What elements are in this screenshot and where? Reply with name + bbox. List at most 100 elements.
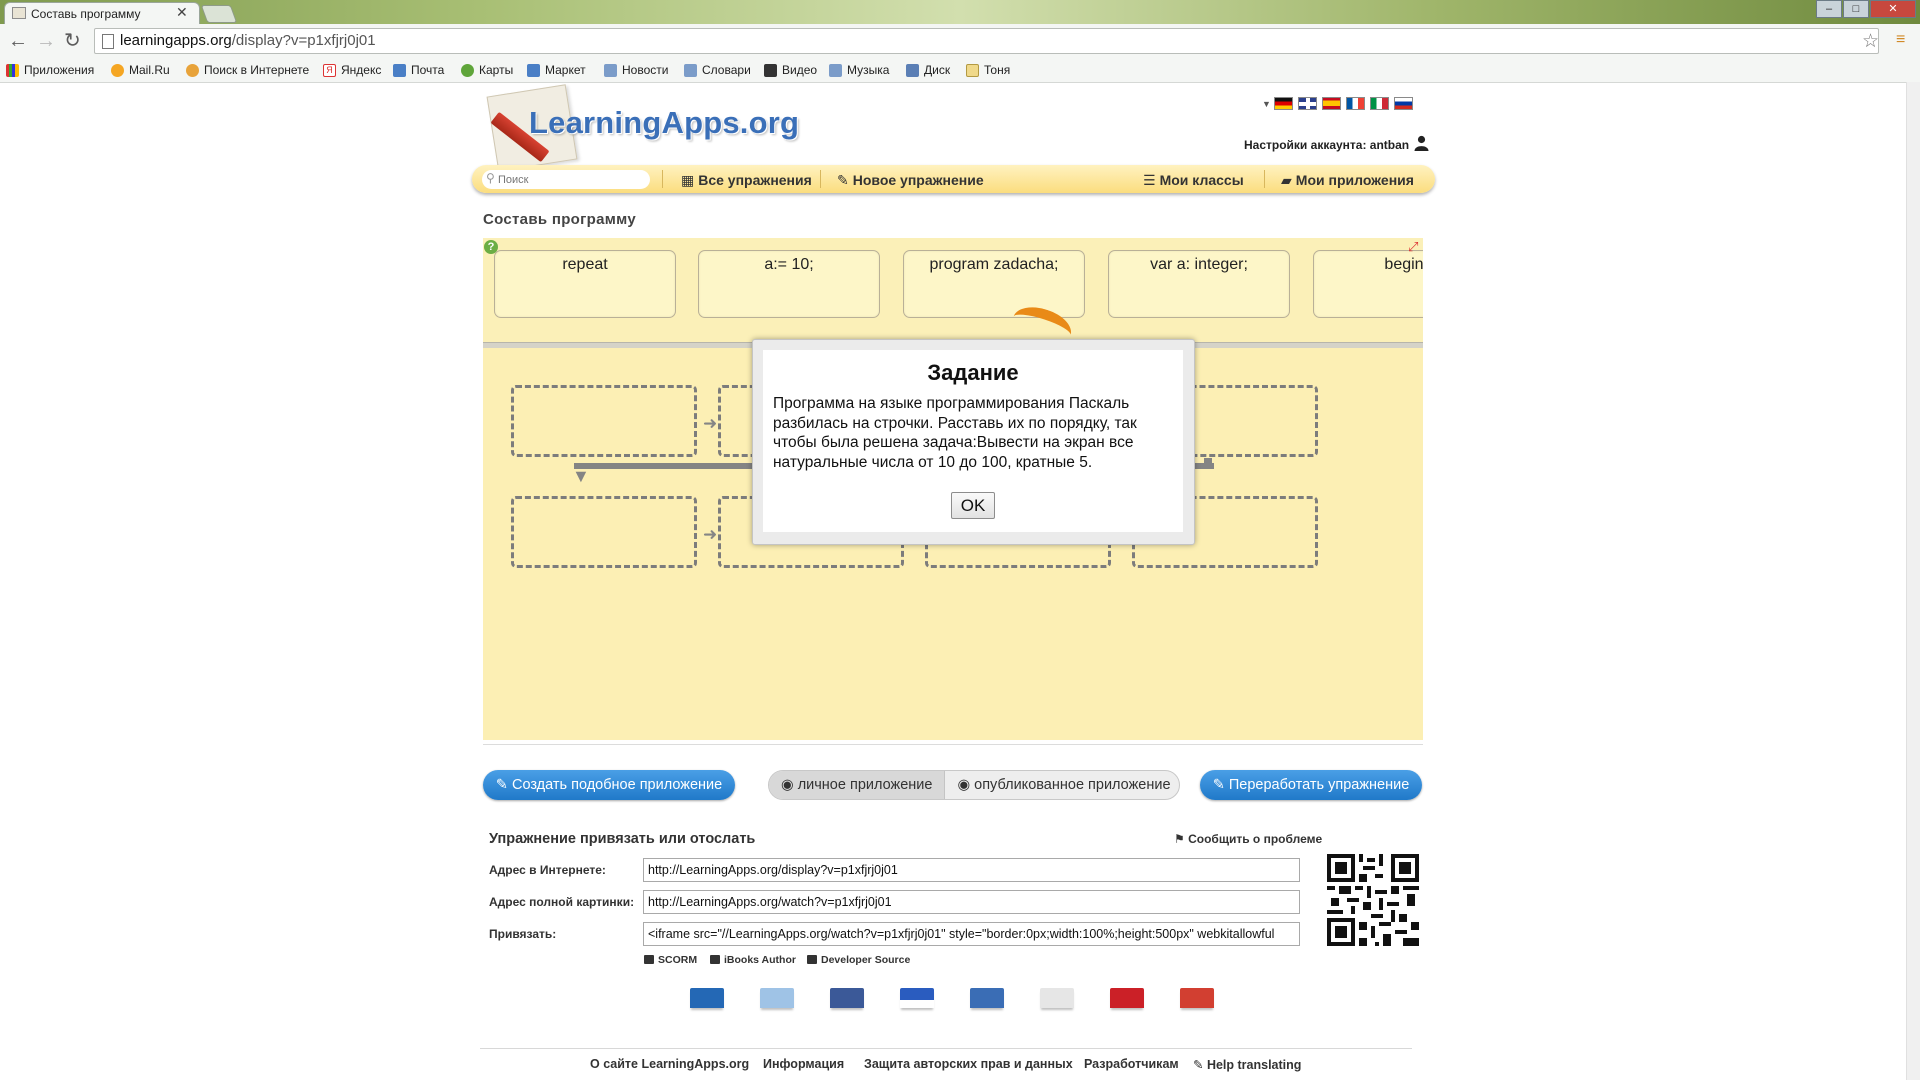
reload-icon[interactable]: ↻: [64, 31, 81, 51]
developer-source-link[interactable]: Developer Source: [807, 954, 910, 966]
fullscreen-icon[interactable]: ⤢: [1408, 240, 1418, 253]
drop-slot[interactable]: [511, 496, 697, 568]
published-app-toggle[interactable]: ◉ опубликованное приложение: [945, 771, 1179, 799]
footer-divider: [480, 1048, 1412, 1049]
nav-divider: [662, 170, 663, 188]
internet-address-field[interactable]: [643, 858, 1300, 882]
code-card[interactable]: var a: integer;: [1108, 250, 1290, 318]
bookmark-apps[interactable]: Приложения: [6, 61, 94, 79]
footer-info-link[interactable]: Информация: [763, 1057, 844, 1071]
flag-en-icon[interactable]: [1298, 97, 1317, 110]
scorm-link[interactable]: SCORM: [644, 954, 697, 966]
bookmark-star-icon[interactable]: ☆: [1862, 30, 1879, 53]
bookmark-label: Диск: [924, 63, 951, 77]
pinterest-share-icon[interactable]: [1110, 988, 1144, 1008]
bookmark-label: Словари: [702, 63, 751, 77]
browser-tab[interactable]: Составь программу: [4, 2, 200, 24]
flag-de-icon[interactable]: [1274, 97, 1293, 110]
bookmark-maps[interactable]: Карты: [461, 61, 513, 79]
create-similar-button[interactable]: ✎ Создать подобное приложение: [483, 770, 735, 800]
help-icon[interactable]: ?: [484, 240, 498, 254]
footer-translate-link[interactable]: ✎ Help translating: [1193, 1057, 1301, 1072]
window-close-icon[interactable]: ✕: [1870, 0, 1916, 18]
nav-my-classes[interactable]: ☰ Мои классы: [1143, 172, 1244, 188]
browser-menu-icon[interactable]: ≡: [1896, 31, 1905, 49]
embed-label: Привязать:: [489, 927, 557, 941]
button-label: Переработать упражнение: [1228, 777, 1410, 793]
new-tab-button[interactable]: [200, 5, 238, 23]
embed-section-title: Упражнение привязать или отослать: [489, 831, 756, 847]
nav-new-exercise[interactable]: ✎ Новое упражнение: [837, 172, 984, 188]
bookmark-label: Поиск в Интернете: [204, 63, 310, 77]
bookmark-mailru[interactable]: Mail.Ru: [111, 61, 170, 79]
bookmark-yandex[interactable]: Я Яндекс: [323, 61, 381, 79]
code-card[interactable]: a:= 10;: [698, 250, 880, 318]
bookmark-music[interactable]: Музыка: [829, 61, 889, 79]
site-logo[interactable]: LearningApps.org: [529, 105, 799, 141]
url-text[interactable]: learningapps.org/display?v=p1xfjrj0j01: [120, 31, 376, 51]
ibooks-link[interactable]: iBooks Author: [710, 954, 796, 966]
dictionary-icon: [684, 63, 697, 77]
report-problem-link[interactable]: ⚑ Сообщить о проблеме: [1174, 832, 1322, 846]
user-icon[interactable]: [1414, 135, 1429, 151]
page-scrollbar[interactable]: [1906, 82, 1920, 1080]
twitter-share-icon[interactable]: [760, 988, 794, 1008]
code-card[interactable]: program zadacha;: [903, 250, 1085, 318]
picture-address-field[interactable]: [643, 890, 1300, 914]
account-settings-link[interactable]: Настройки аккаунта: antban: [1244, 138, 1409, 152]
code-card[interactable]: repeat: [494, 250, 676, 318]
drop-slot[interactable]: [511, 385, 697, 457]
nav-all-exercises[interactable]: ▦ Все упражнения: [681, 172, 812, 188]
private-app-toggle[interactable]: ◉ личное приложение: [769, 771, 946, 799]
footer-privacy-link[interactable]: Защита авторских прав и данных: [864, 1057, 1073, 1071]
code-card[interactable]: begin: [1313, 250, 1423, 318]
bookmark-news[interactable]: Новости: [604, 61, 668, 79]
language-dropdown-icon[interactable]: ▼: [1262, 99, 1271, 109]
footer-developers-link[interactable]: Разработчикам: [1084, 1057, 1179, 1071]
group-share-icon[interactable]: [970, 988, 1004, 1008]
mail-icon: [393, 63, 406, 77]
link-label: SCORM: [658, 954, 698, 966]
google-share-icon[interactable]: [1040, 988, 1074, 1008]
bookmark-label: Приложения: [24, 63, 95, 77]
flag-it-icon[interactable]: [1370, 97, 1389, 110]
list-icon: ☰: [1143, 172, 1156, 188]
delicious-share-icon[interactable]: [900, 988, 934, 1008]
dialog-title: Задание: [927, 360, 1019, 385]
nav-my-apps[interactable]: ▰ Мои приложения: [1281, 172, 1414, 188]
bookmark-label: Музыка: [847, 63, 890, 77]
bookmark-market[interactable]: Маркет: [527, 61, 586, 79]
forward-arrow-icon[interactable]: →: [36, 31, 56, 51]
dialog-ok-button[interactable]: OK: [951, 492, 995, 519]
footer-about-link[interactable]: О сайте LearningApps.org: [590, 1057, 749, 1071]
facebook-share-icon[interactable]: [830, 988, 864, 1008]
bookmark-label: Новости: [622, 63, 669, 77]
bookmark-mail[interactable]: Почта: [393, 61, 444, 79]
bookmark-label: Почта: [411, 63, 445, 77]
bookmark-search[interactable]: Поиск в Интернете: [186, 61, 309, 79]
bookmark-label: Маркет: [545, 63, 586, 77]
email-share-icon[interactable]: [690, 988, 724, 1008]
tab-close-icon[interactable]: ✕: [176, 5, 188, 19]
rework-exercise-button[interactable]: ✎ Переработать упражнение: [1200, 770, 1422, 800]
flag-fr-icon[interactable]: [1346, 97, 1365, 110]
mailru-icon: [111, 63, 124, 77]
bookmark-label: Яндекс: [341, 63, 382, 77]
back-arrow-icon[interactable]: ←: [8, 31, 28, 51]
flow-down-arrow-icon: ▼: [572, 466, 590, 486]
flow-connector: [1204, 458, 1212, 469]
embed-code-field[interactable]: [643, 922, 1300, 946]
search-input[interactable]: [482, 170, 650, 189]
bookmark-video[interactable]: Видео: [764, 61, 817, 79]
window-maximize-icon[interactable]: □: [1843, 0, 1869, 18]
url-path: /display?v=p1xfjrj0j01: [231, 32, 376, 49]
bookmark-folder-tonya[interactable]: Тоня: [966, 61, 1010, 79]
bookmark-disk[interactable]: Диск: [906, 61, 950, 79]
book-icon: [710, 955, 720, 964]
google-plus-share-icon[interactable]: [1180, 988, 1214, 1008]
flag-es-icon[interactable]: [1322, 97, 1341, 110]
flag-ru-icon[interactable]: [1394, 97, 1413, 110]
window-minimize-icon[interactable]: –: [1816, 0, 1842, 18]
bookmark-dictionaries[interactable]: Словари: [684, 61, 751, 79]
cards-viewport: repeat a:= 10; program zadacha; var a: i…: [483, 238, 1423, 342]
